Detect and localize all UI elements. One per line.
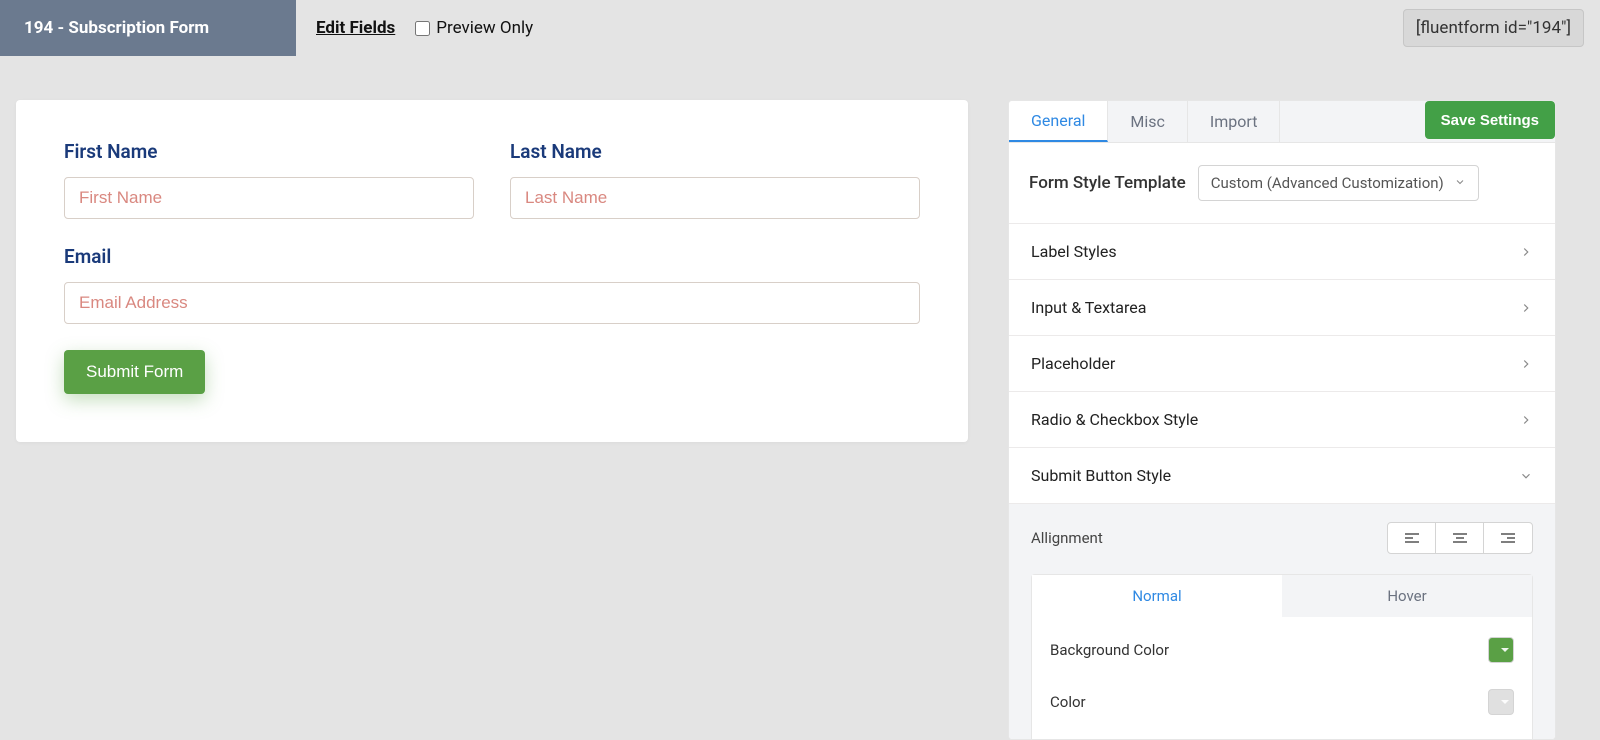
tab-misc[interactable]: Misc bbox=[1108, 101, 1188, 142]
bg-color-label: Background Color bbox=[1050, 641, 1169, 659]
tab-import[interactable]: Import bbox=[1188, 101, 1281, 142]
accordion: Label Styles Input & Textarea Placeholde… bbox=[1009, 223, 1555, 740]
chevron-right-icon bbox=[1519, 413, 1533, 427]
form-title: 194 - Subscription Form bbox=[0, 0, 296, 56]
preview-only-toggle[interactable]: Preview Only bbox=[415, 18, 533, 38]
state-tabs: Normal Hover bbox=[1031, 574, 1533, 617]
section-label-styles[interactable]: Label Styles bbox=[1009, 224, 1555, 280]
section-label: Submit Button Style bbox=[1031, 466, 1171, 485]
align-center-button[interactable] bbox=[1436, 523, 1484, 553]
section-label: Label Styles bbox=[1031, 242, 1117, 261]
alignment-row: Allignment bbox=[1031, 522, 1533, 554]
settings-panel: General Misc Import Save Settings Form S… bbox=[1008, 100, 1556, 740]
text-color-row: Color bbox=[1050, 689, 1514, 715]
section-radio-checkbox[interactable]: Radio & Checkbox Style bbox=[1009, 392, 1555, 448]
chevron-right-icon bbox=[1519, 245, 1533, 259]
align-left-button[interactable] bbox=[1388, 523, 1436, 553]
section-label: Radio & Checkbox Style bbox=[1031, 410, 1198, 429]
top-bar: 194 - Subscription Form Edit Fields Prev… bbox=[0, 0, 1600, 56]
shortcode-display[interactable]: [fluentform id="194"] bbox=[1403, 9, 1584, 47]
text-color-label: Color bbox=[1050, 693, 1086, 711]
chevron-right-icon bbox=[1519, 357, 1533, 371]
email-label: Email bbox=[64, 245, 920, 268]
template-label: Form Style Template bbox=[1029, 173, 1186, 193]
main-area: First Name Last Name Email Submit Form G… bbox=[0, 56, 1600, 96]
edit-fields-link[interactable]: Edit Fields bbox=[296, 18, 415, 38]
state-body: Background Color Color bbox=[1031, 617, 1533, 740]
section-label: Placeholder bbox=[1031, 354, 1115, 373]
template-row: Form Style Template Custom (Advanced Cus… bbox=[1009, 143, 1555, 223]
alignment-label: Allignment bbox=[1031, 529, 1103, 547]
email-input[interactable] bbox=[64, 282, 920, 324]
chevron-right-icon bbox=[1519, 301, 1533, 315]
bg-color-row: Background Color bbox=[1050, 637, 1514, 663]
settings-tabs: General Misc Import Save Settings bbox=[1009, 101, 1555, 143]
state-tab-hover[interactable]: Hover bbox=[1282, 575, 1532, 617]
tab-general[interactable]: General bbox=[1009, 101, 1108, 142]
section-placeholder[interactable]: Placeholder bbox=[1009, 336, 1555, 392]
preview-only-label: Preview Only bbox=[436, 18, 533, 38]
bg-color-swatch[interactable] bbox=[1488, 637, 1514, 663]
last-name-label: Last Name bbox=[510, 140, 920, 163]
section-label: Input & Textarea bbox=[1031, 298, 1146, 317]
last-name-input[interactable] bbox=[510, 177, 920, 219]
template-select-value: Custom (Advanced Customization) bbox=[1211, 174, 1444, 192]
template-select[interactable]: Custom (Advanced Customization) bbox=[1198, 165, 1479, 201]
save-settings-button[interactable]: Save Settings bbox=[1425, 101, 1555, 139]
submit-form-button[interactable]: Submit Form bbox=[64, 350, 205, 394]
section-submit-button[interactable]: Submit Button Style bbox=[1009, 448, 1555, 504]
text-color-swatch[interactable] bbox=[1488, 689, 1514, 715]
chevron-down-icon bbox=[1519, 469, 1533, 483]
align-right-button[interactable] bbox=[1484, 523, 1532, 553]
preview-only-checkbox[interactable] bbox=[415, 21, 430, 36]
form-preview-card: First Name Last Name Email Submit Form bbox=[16, 100, 968, 442]
chevron-down-icon bbox=[1454, 176, 1468, 190]
submit-button-body: Allignment Normal bbox=[1009, 504, 1555, 740]
state-tab-normal[interactable]: Normal bbox=[1032, 575, 1282, 617]
alignment-buttons bbox=[1387, 522, 1533, 554]
section-input-textarea[interactable]: Input & Textarea bbox=[1009, 280, 1555, 336]
first-name-input[interactable] bbox=[64, 177, 474, 219]
first-name-label: First Name bbox=[64, 140, 474, 163]
